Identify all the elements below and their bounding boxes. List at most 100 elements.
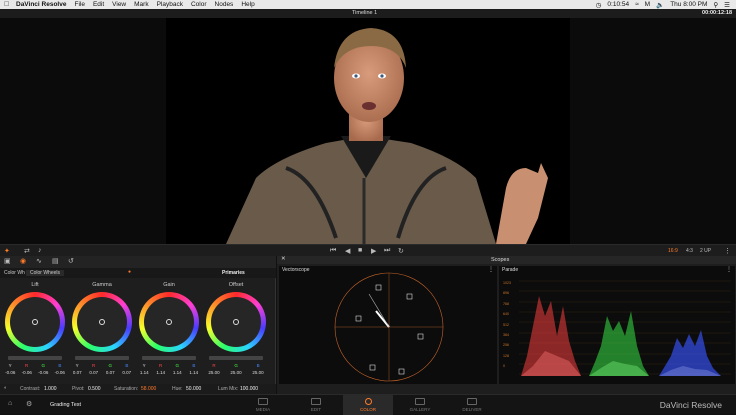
wifi-icon[interactable]: ≈ (635, 1, 639, 8)
parade-title: Parade (502, 267, 519, 273)
close-icon[interactable]: ✕ (281, 256, 286, 262)
home-icon[interactable]: ⌂ (8, 400, 12, 407)
gain-y[interactable]: 1.14 (140, 370, 149, 375)
gain-wheel[interactable]: Gain Y R G B 1.14 1.14 1.14 1.14 (136, 280, 202, 380)
volume-icon[interactable]: 🔈 (656, 1, 664, 9)
page-gallery-label: GALLERY (409, 407, 431, 412)
wand-icon[interactable]: ✦ (4, 247, 10, 255)
page-deliver[interactable]: DELIVER (447, 395, 497, 415)
brand-logo: DaVinci Resolve (659, 400, 722, 410)
scale-896: 896 (503, 291, 509, 296)
m-badge[interactable]: M (645, 1, 650, 8)
settings-icon[interactable]: ⚙ (26, 400, 32, 408)
audio-icon[interactable]: ♪ (38, 247, 42, 254)
menu-mark[interactable]: Mark (134, 1, 148, 8)
viewer-frame[interactable] (166, 18, 570, 244)
tab-color-wheels-short[interactable]: Color Wh (4, 270, 25, 276)
offset-r[interactable]: 25.00 (208, 370, 219, 375)
offset-b[interactable]: 25.00 (252, 370, 263, 375)
lift-g[interactable]: -0.06 (38, 370, 48, 375)
curves-icon[interactable]: ∿ (36, 257, 42, 265)
lift-y[interactable]: -0.06 (5, 370, 15, 375)
menubar-clock[interactable]: Thu 8:00 PM (670, 1, 707, 8)
page-edit[interactable]: EDIT (291, 395, 341, 415)
pivot-value[interactable]: 0.500 (88, 386, 101, 392)
lift-b[interactable]: -0.06 (55, 370, 65, 375)
lift-master-slider[interactable] (8, 356, 62, 360)
gain-label: Gain (163, 282, 175, 288)
gain-g[interactable]: 1.14 (173, 370, 182, 375)
timecode: 00:00:12:18 (702, 10, 732, 16)
camera-icon[interactable]: ▣ (4, 257, 11, 265)
stop-icon[interactable]: ■ (358, 247, 362, 254)
gain-b[interactable]: 1.14 (189, 370, 198, 375)
offset-handle[interactable] (233, 319, 239, 325)
gamma-y[interactable]: 0.07 (73, 370, 82, 375)
lift-handle[interactable] (32, 319, 38, 325)
tab-color-wheels[interactable]: Color Wheels (26, 270, 65, 276)
play-icon[interactable]: ▶ (371, 247, 376, 255)
offset-master-slider[interactable] (209, 356, 263, 360)
primaries-label[interactable]: Primaries (222, 270, 245, 276)
lift-r[interactable]: -0.06 (22, 370, 32, 375)
gain-r[interactable]: 1.14 (156, 370, 165, 375)
saturation-value[interactable]: 58.000 (141, 386, 156, 392)
offset-channels: R G B (203, 363, 269, 368)
play-reverse-icon[interactable]: ◀ (345, 247, 350, 255)
gamma-wheel[interactable]: Gamma Y R G B 0.07 0.07 0.07 0.07 (69, 280, 135, 380)
page-color[interactable]: COLOR (343, 395, 393, 415)
timeline-name[interactable]: Timeline 1 (352, 10, 377, 16)
menu-app-name[interactable]: DaVinci Resolve (16, 1, 66, 8)
rgb-mixer-icon[interactable]: ▤ (52, 257, 59, 265)
vectorscope[interactable]: Vectorscope ⋮ (279, 266, 497, 384)
menu-playback[interactable]: Playback (157, 1, 183, 8)
primary-adjustments-row: ◐ Contrast: 1.000 Pivot: 0.500 Saturatio… (0, 384, 276, 394)
gamma-b[interactable]: 0.07 (122, 370, 131, 375)
viewer-menu-icon[interactable]: ⋮ (724, 247, 731, 255)
menu-file[interactable]: File (74, 1, 84, 8)
gamma-master-slider[interactable] (75, 356, 129, 360)
chan-r: R (24, 363, 29, 368)
menu-help[interactable]: Help (241, 1, 254, 8)
gain-handle[interactable] (166, 319, 172, 325)
contrast-value[interactable]: 1.000 (44, 386, 57, 392)
refresh-icon[interactable]: ↺ (68, 257, 74, 265)
scopes-header: ✕ Scopes (277, 256, 736, 264)
scale-768: 768 (503, 301, 509, 306)
search-icon[interactable]: ⚲ (713, 1, 718, 9)
menu-color[interactable]: Color (191, 1, 207, 8)
aspect-4-3[interactable]: 4:3 (686, 248, 693, 254)
auto-icon[interactable]: ◐ (4, 385, 7, 391)
layout-2up[interactable]: 2 UP (700, 248, 711, 254)
parade-menu-icon[interactable]: ⋮ (726, 266, 732, 273)
apple-icon[interactable]:  (4, 1, 10, 8)
gamma-g[interactable]: 0.07 (106, 370, 115, 375)
shuffle-icon[interactable]: ⇄ (24, 247, 30, 255)
loop-icon[interactable]: ↻ (398, 247, 404, 255)
offset-g[interactable]: 25.00 (230, 370, 241, 375)
scopes-panel: ✕ Scopes Vectorscope ⋮ Parade ⋮ 1023 896… (277, 256, 736, 394)
lift-wheel[interactable]: Lift Y R G B -0.06 -0.06 -0.06 -0.06 (2, 280, 68, 380)
offset-wheel[interactable]: Offset R G B 25.00 25.00 25.00 (203, 280, 269, 380)
menu-view[interactable]: View (112, 1, 126, 8)
chan-b: B (58, 363, 62, 368)
gain-master-slider[interactable] (142, 356, 196, 360)
skip-back-icon[interactable]: ⏮ (330, 247, 336, 255)
aspect-16-9[interactable]: 16:9 (668, 248, 678, 254)
lum-mix-value[interactable]: 100.000 (240, 386, 258, 392)
skip-forward-icon[interactable]: ⏭ (384, 247, 390, 255)
vectorscope-menu-icon[interactable]: ⋮ (488, 266, 494, 273)
gamma-channels: Y R G B (69, 363, 135, 368)
page-media[interactable]: MEDIA (238, 395, 288, 415)
gamma-r[interactable]: 0.07 (89, 370, 98, 375)
menu-nodes[interactable]: Nodes (215, 1, 234, 8)
parade-scope[interactable]: Parade ⋮ 1023 896 768 640 512 384 256 12… (499, 266, 735, 384)
gamma-handle[interactable] (99, 319, 105, 325)
page-gallery[interactable]: GALLERY (395, 395, 445, 415)
chan-g: G (108, 363, 113, 368)
parade-scale: 1023 896 768 640 512 384 256 128 0 (503, 278, 519, 372)
hue-value[interactable]: 50.000 (186, 386, 201, 392)
list-icon[interactable]: ☰ (724, 1, 730, 9)
menu-edit[interactable]: Edit (93, 1, 104, 8)
color-wheels-icon[interactable]: ◉ (20, 257, 26, 265)
